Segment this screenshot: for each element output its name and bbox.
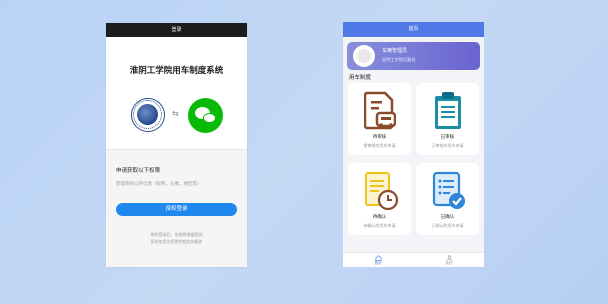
avatar	[353, 45, 375, 67]
notice-line-1: 授权登录后，系统将根据您的	[150, 232, 203, 237]
authorize-login-button[interactable]: 授权登录	[116, 203, 237, 216]
tile-description: 已审核的用车申请	[431, 143, 464, 148]
tile-label: 已审核	[440, 135, 455, 140]
user-name: 车辆管理员	[382, 48, 408, 54]
tile-pending-confirm[interactable]: 待确认 待确认的用车申请	[348, 163, 411, 235]
user-card[interactable]: 车辆管理员 淮阴工学院后勤处	[347, 42, 480, 70]
tile-reviewed[interactable]: 已审核 已审核的用车申请	[416, 83, 479, 155]
logo-row: ⇆	[106, 98, 247, 134]
login-notice: 授权登录后，系统将根据您的 身份信息为您提供相应的服务	[124, 231, 229, 245]
checklist-icon	[432, 171, 465, 209]
user-subtitle: 淮阴工学院后勤处	[382, 57, 416, 62]
notice-line-2: 身份信息为您提供相应的服务	[150, 239, 203, 244]
document-clock-icon	[365, 172, 398, 211]
tile-description: 待确认的用车申请	[363, 223, 396, 228]
tile-description: 需审核的用车申请	[363, 143, 396, 148]
section-title: 用车制度	[349, 75, 372, 81]
login-title-bar: 登录	[106, 23, 247, 37]
home-title-bar: 首页	[343, 22, 484, 37]
tile-description: 已确认的用车申请	[431, 223, 464, 228]
login-screen: 登录 淮阴工学院用车制度系统 ⇆ 申请获取以下权限 获得你的公开信息（昵称，头像…	[106, 23, 247, 267]
tab-bar: 首页 我的	[343, 252, 484, 267]
document-car-icon	[364, 91, 396, 130]
tab-profile[interactable]: 我的	[434, 255, 464, 265]
tile-label: 待审核	[372, 135, 387, 140]
login-header-area: 淮阴工学院用车制度系统 ⇆	[106, 37, 247, 149]
tile-pending-review[interactable]: 待审核 需审核的用车申请	[348, 83, 411, 155]
tile-label: 待确认	[372, 215, 387, 220]
system-heading: 淮阴工学院用车制度系统	[129, 66, 224, 76]
auth-title: 申请获取以下权限	[116, 168, 161, 174]
wechat-logo-icon	[188, 98, 223, 133]
swap-arrow-icon: ⇆	[172, 109, 179, 118]
school-logo-icon	[131, 98, 165, 132]
clipboard-icon	[435, 92, 461, 129]
tab-label: 首页	[374, 261, 382, 265]
tab-label: 我的	[445, 261, 453, 265]
home-screen: 首页 车辆管理员 淮阴工学院后勤处 用车制度 待审核 需审核的用车申请 已审核 …	[343, 22, 484, 267]
authorization-section: 申请获取以下权限 获得你的公开信息（昵称，头像，地区等） 授权登录 授权登录后，…	[106, 150, 247, 267]
tab-home[interactable]: 首页	[363, 255, 393, 265]
tile-confirmed[interactable]: 已确认 已确认的用车申请	[416, 163, 479, 235]
tile-label: 已确认	[440, 215, 455, 220]
auth-description: 获得你的公开信息（昵称，头像，地区等）	[116, 182, 202, 187]
